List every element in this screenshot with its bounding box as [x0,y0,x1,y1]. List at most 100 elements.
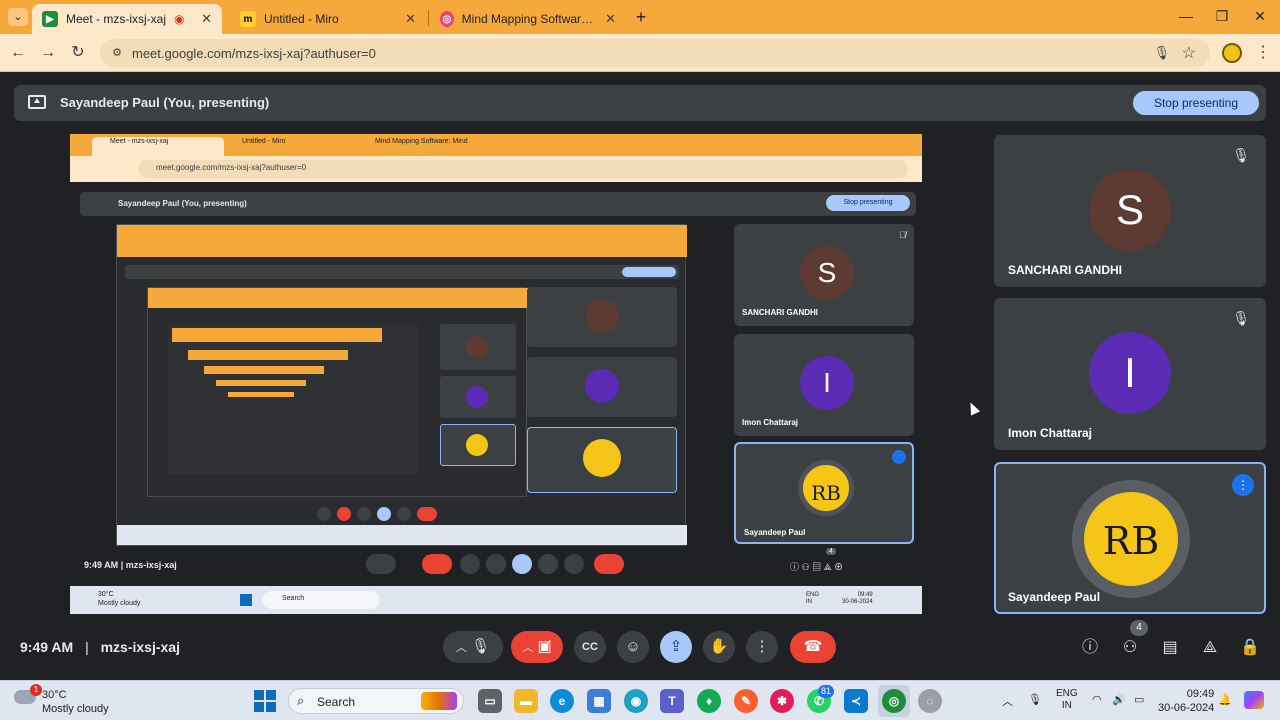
chrome-like-icon[interactable]: ◉ [624,689,648,713]
file-explorer-icon[interactable]: ▬ [514,689,538,713]
shared-avatar-sayandeep: RB [798,460,854,516]
language-indicator[interactable]: ENG IN [1056,688,1078,712]
miro-icon: m [240,11,256,27]
lang-label: ENG [1056,688,1078,699]
site-info-icon[interactable]: ⚙ [110,46,124,60]
shared-weather: 30°C Mostly cloudy [98,591,141,607]
tile-imon-chattaraj[interactable]: I Imon Chattaraj 🎙 [994,298,1266,450]
microphone-icon[interactable]: 🎙 [1028,693,1042,706]
tab-title: Meet - mzs-ixsj-xaj [66,12,167,26]
chevron-up-icon[interactable]: ︿ [1002,693,1013,709]
wifi-icon[interactable]: ◠ [1092,693,1102,706]
shared-avatar-imon: I [800,356,854,410]
mindmap-icon: ◎ [440,11,454,27]
battery-icon[interactable]: ▭ [1134,693,1144,706]
present-screen-button[interactable]: ⇪ [660,631,692,663]
new-tab-button[interactable]: + [630,6,652,28]
weather-desc: Mostly cloudy [42,703,109,715]
weather-badge: 1 [30,684,42,696]
taskbar-clock[interactable]: 09:49 30-06-2024 [1158,687,1214,715]
close-icon[interactable]: ✕ [201,11,212,27]
store-icon[interactable]: ▦ [587,689,611,713]
tile-sayandeep-paul[interactable]: RB Sayandeep Paul ⋮ [994,462,1266,614]
profile-avatar[interactable] [1222,43,1242,63]
address-bar[interactable]: ⚙ meet.google.com/mzs-ixsj-xaj?authuser=… [100,39,1210,67]
browser-menu-icon[interactable]: ⋮ [1255,42,1271,62]
postman-icon[interactable]: ✎ [734,689,758,713]
app-icon[interactable]: ◌ [918,689,942,713]
shared-tile-imon: I Imon Chattaraj [734,334,914,436]
raise-hand-button[interactable]: ✋ [703,631,735,663]
meeting-details-icon[interactable]: ⓘ [1079,637,1101,659]
back-button[interactable]: ← [8,43,28,63]
shared-tab-strip: Meet - mzs-ixsj-xaj Untitled - Miro Mind… [70,134,922,156]
chrome-icon[interactable]: ◎ [882,689,906,713]
shared-controls [366,554,638,574]
participant-name-sanchari: SANCHARI GANDHI [1008,263,1122,277]
chevron-up-icon: ︿ [522,642,534,654]
avatar-sayandeep: RB [1072,480,1190,598]
meet-icon: ▶ [42,11,58,27]
tab-miro[interactable]: m Untitled - Miro ✕ [230,4,426,34]
edge-icon[interactable]: e [550,689,574,713]
activities-icon[interactable]: ⟁ [1199,637,1221,659]
tab-meet[interactable]: ▶ Meet - mzs-ixsj-xaj ◉ ✕ [32,4,222,34]
vscode-icon[interactable]: ≺ [844,689,868,713]
search-highlight-icon [421,692,457,710]
mic-off-icon: 🎙 [1232,310,1250,326]
maximize-button[interactable]: ❐ [1208,6,1236,26]
close-icon[interactable]: ✕ [405,11,416,27]
notification-icon[interactable]: 🔔 [1218,693,1232,706]
chat-icon[interactable]: ▤ [1159,637,1181,659]
stop-presenting-button[interactable]: Stop presenting [1133,91,1259,115]
more-options-button[interactable]: ⋮ [746,631,778,663]
shared-stop-presenting: Stop presenting [826,195,910,211]
camera-control[interactable]: ︿ ▣̸ [511,631,563,663]
recording-icon: ◉ [174,12,185,26]
tile-sanchari-gandhi[interactable]: S SANCHARI GANDHI 🎙 [994,135,1266,287]
shared-avatar-sanchari: S [800,246,854,300]
mic-off-icon: 🎙̸ [899,230,906,240]
shared-tile-sayandeep: RB Sayandeep Paul [734,442,914,544]
avatar-sanchari: S [1089,169,1171,251]
taskbar-search[interactable]: ⌕ Search [288,688,464,714]
avatar-imon: I [1089,332,1171,414]
host-controls-icon[interactable]: 🔒 [1239,637,1261,659]
shared-tab-miro: Untitled - Miro [242,138,286,145]
shared-address-bar: meet.google.com/mzs-ixsj-xaj?authuser=0 [70,156,922,182]
search-icon: ⌕ [297,693,305,708]
shared-taskbar: 30°C Mostly cloudy Search ENG IN 09:49 30-0… [70,586,922,614]
participant-count-badge: 4 [1130,620,1148,636]
mic-off-icon: 🎙 [1232,147,1250,163]
windows-start-icon[interactable] [254,690,276,712]
forward-button[interactable]: → [38,43,58,63]
copilot-icon[interactable] [1244,691,1264,709]
browser-tab-strip: ⌄ ▶ Meet - mzs-ixsj-xaj ◉ ✕ m Untitled -… [0,0,1280,34]
close-window-button[interactable]: ✕ [1246,6,1274,26]
minimize-button[interactable]: — [1172,6,1200,26]
nested-screen-1 [116,224,687,546]
people-icon[interactable]: ⚇ [1119,637,1141,659]
shared-name-sanchari: SANCHARI GANDHI [742,308,818,317]
tab-title: Mind Mapping Software: Mind [461,12,597,26]
shared-name-imon: Imon Chattaraj [742,418,799,427]
tab-search-button[interactable]: ⌄ [8,8,28,26]
clock-time: 09:49 [1186,688,1215,700]
volume-icon[interactable]: 🔊 [1112,693,1126,706]
teams-icon[interactable]: T [660,689,684,713]
close-icon[interactable]: ✕ [605,11,616,27]
microphone-icon[interactable]: 🎙 [1153,45,1170,61]
reload-button[interactable]: ↻ [68,43,88,63]
slack-icon[interactable]: ✱ [770,689,794,713]
leave-call-button[interactable]: ☎ [790,631,836,663]
mic-control[interactable]: ︿ 🎙 [443,631,503,663]
captions-button[interactable]: CC [574,631,606,663]
mongodb-icon[interactable]: ♦ [697,689,721,713]
separator: | [85,639,89,655]
emoji-button[interactable]: ☺ [617,631,649,663]
bookmark-star-icon[interactable]: ☆ [1182,43,1196,63]
task-view-icon[interactable]: ▭ [478,689,502,713]
screen: { "browser": { "tabs": [ {"title": "Meet… [0,0,1280,720]
tab-mindmap[interactable]: ◎ Mind Mapping Software: Mind ✕ [430,4,626,34]
region-label: IN [1061,700,1072,711]
